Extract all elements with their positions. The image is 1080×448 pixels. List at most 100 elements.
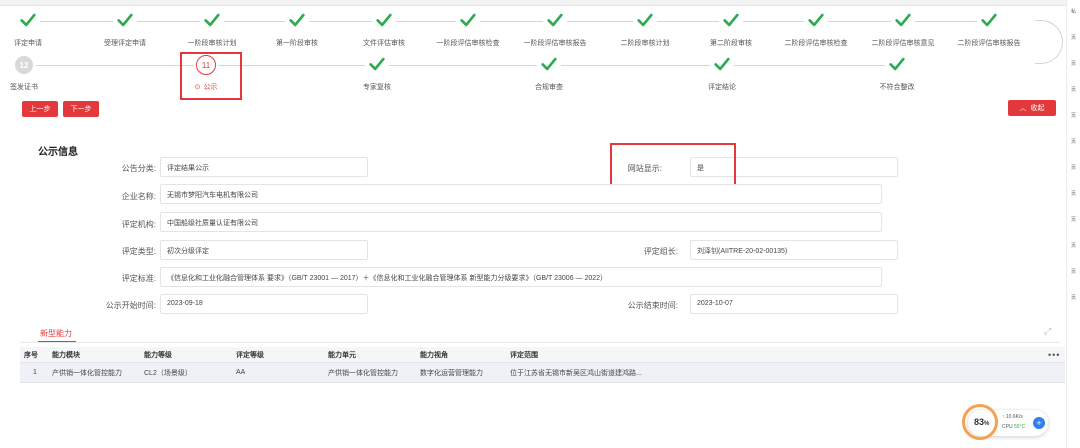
- fullscreen-icon[interactable]: ⤢: [1044, 326, 1054, 336]
- table-cell: 产供销一体化管控能力: [328, 369, 398, 377]
- check-icon: [894, 11, 912, 31]
- sidebar-glyph[interactable]: 页: [1071, 60, 1076, 67]
- step-item[interactable]: 合规审查: [509, 54, 589, 92]
- standard-field[interactable]: 《信息化和工业化融合管理体系 要求》（GB/T 23001 — 2017）＋《信…: [160, 267, 882, 287]
- step-item[interactable]: 评定申请: [0, 10, 68, 48]
- type-label: 评定类型:: [121, 247, 156, 256]
- step-number: 12: [15, 56, 33, 74]
- step-label: 评定结论: [708, 84, 736, 91]
- table-header-cell: 序号: [24, 351, 38, 359]
- sidebar-glyph[interactable]: 页: [1071, 164, 1076, 171]
- more-icon[interactable]: •••: [1048, 350, 1060, 360]
- step-label: 二阶段审核计划: [620, 40, 670, 47]
- annotation-ring: [962, 404, 998, 440]
- collapse-button[interactable]: ︿ 收起: [1008, 100, 1056, 116]
- start-time-label: 公示开始时间:: [105, 301, 156, 310]
- prev-step-button[interactable]: 上一步: [22, 101, 58, 117]
- sidebar-glyph[interactable]: 页: [1071, 294, 1076, 301]
- check-icon: [288, 11, 306, 31]
- step-label: 评定申请: [14, 40, 42, 47]
- check-icon: [888, 55, 906, 75]
- category-field[interactable]: 评定结果公示: [160, 157, 368, 177]
- tab-new-capability[interactable]: 新型能力: [40, 328, 72, 339]
- table-header-cell: 能力模块: [52, 351, 80, 359]
- sidebar-glyph[interactable]: 页: [1071, 86, 1076, 93]
- check-icon: [546, 11, 564, 31]
- step-label: 签发证书: [10, 84, 38, 91]
- company-label: 企业名称:: [121, 192, 156, 201]
- section-title: 公示信息: [38, 147, 78, 158]
- step-label: 专家复核: [363, 84, 391, 91]
- step-item[interactable]: 二阶段评估审核检查: [776, 10, 856, 48]
- start-time-field[interactable]: 2023-09-18: [160, 294, 368, 314]
- sidebar-glyph[interactable]: 页: [1071, 112, 1076, 119]
- table-cell: 位于江苏省无锡市新吴区鸿山街道建鸿路...: [510, 369, 642, 377]
- step-label: 受理评定申请: [104, 40, 146, 47]
- step-label: 合规审查: [535, 84, 563, 91]
- step-item[interactable]: 一阶段评估审核报告: [515, 10, 595, 48]
- standard-label: 评定标准:: [121, 274, 156, 283]
- table-cell: 产供销一体化管控能力: [52, 369, 122, 377]
- table-cell: 数字化运营管理能力: [420, 369, 483, 377]
- highlight-box-website: [610, 143, 736, 186]
- table-cell: CL2（场景级）: [144, 369, 192, 377]
- sidebar-glyph[interactable]: 页: [1071, 216, 1076, 223]
- sidebar-glyph[interactable]: 页: [1071, 34, 1076, 41]
- sidebar-glyph[interactable]: 页: [1071, 190, 1076, 197]
- check-icon: [540, 55, 558, 75]
- table-header-cell: 评定范围: [510, 351, 538, 359]
- step-item[interactable]: 受理评定申请: [85, 10, 165, 48]
- category-label: 公告分类:: [121, 164, 156, 173]
- sidebar-glyph[interactable]: 页: [1071, 268, 1076, 275]
- step-item[interactable]: 12 签发证书: [0, 54, 64, 92]
- capability-table: 序号 能力模块 能力等级 评定等级 能力单元 能力视角 评定范围 1 产供销一体化管控能力 CL…: [20, 347, 1065, 383]
- sidebar-glyph[interactable]: 私: [1071, 8, 1076, 15]
- end-time-field[interactable]: 2023-10-07: [690, 294, 898, 314]
- step-label: 一阶段审核计划: [187, 40, 237, 47]
- step-item[interactable]: 一阶段审核计划: [172, 10, 252, 48]
- end-time-label: 公示结束时间:: [627, 301, 678, 310]
- chevron-up-icon: ︿: [1019, 105, 1027, 112]
- type-field[interactable]: 初次分级评定: [160, 240, 368, 260]
- step-label: 二阶段评估审核检查: [784, 40, 848, 47]
- table-cell: AA: [236, 369, 246, 376]
- step-item[interactable]: 第二阶段审核: [691, 10, 771, 48]
- table-header-cell: 能力单元: [328, 351, 356, 359]
- next-step-button[interactable]: 下一步: [63, 101, 99, 117]
- plus-icon[interactable]: +: [1033, 417, 1045, 429]
- sidebar-glyph[interactable]: 页: [1071, 242, 1076, 249]
- leader-label: 评定组长:: [643, 247, 678, 256]
- step-item[interactable]: 第一阶段审核: [257, 10, 337, 48]
- tab-divider: [20, 342, 1060, 343]
- check-icon: [375, 11, 393, 31]
- step-label: 二阶段评估审核意见: [871, 40, 935, 47]
- table-header-cell: 能力视角: [420, 351, 448, 359]
- step-item[interactable]: 一阶段评估审核检查: [428, 10, 508, 48]
- check-icon: [722, 11, 740, 31]
- table-header: 序号 能力模块 能力等级 评定等级 能力单元 能力视角 评定范围: [20, 347, 1065, 363]
- step-item[interactable]: 评定结论: [682, 54, 762, 92]
- step-item[interactable]: 不符合整改: [857, 54, 937, 92]
- check-icon: [203, 11, 221, 31]
- check-icon: [636, 11, 654, 31]
- table-row[interactable]: 1 产供销一体化管控能力 CL2（场景级） AA 产供销一体化管控能力 数字化运营管理能力…: [20, 363, 1065, 383]
- step-label: 一阶段评估审核检查: [436, 40, 500, 47]
- step-item[interactable]: 文件评估审核: [344, 10, 424, 48]
- highlight-box-gongshi: [180, 52, 242, 100]
- network-speed: ↑ 10.6K/s: [1002, 414, 1023, 420]
- steps-row-2: 12 签发证书 11 ⊙ 公示 专家复核 合规审查 评定结论 不符合整改: [0, 54, 1060, 94]
- step-item[interactable]: 专家复核: [337, 54, 417, 92]
- step-item[interactable]: 二阶段审核计划: [605, 10, 685, 48]
- check-icon: [980, 11, 998, 31]
- step-label: 第一阶段审核: [276, 40, 318, 47]
- step-item[interactable]: 二阶段评估审核意见: [863, 10, 943, 48]
- check-icon: [368, 55, 386, 75]
- company-field[interactable]: 无锡市梦阳汽车电机有限公司: [160, 184, 882, 204]
- sidebar-glyph[interactable]: 页: [1071, 138, 1076, 145]
- leader-field[interactable]: 刘泽钊(AIITRE-20-02-00135): [690, 240, 898, 260]
- step-item[interactable]: 二阶段评估审核报告: [949, 10, 1029, 48]
- table-header-cell: 评定等级: [236, 351, 264, 359]
- step-label: 文件评估审核: [363, 40, 405, 47]
- check-icon: [713, 55, 731, 75]
- agency-field[interactable]: 中国船级社质量认证有限公司: [160, 212, 882, 232]
